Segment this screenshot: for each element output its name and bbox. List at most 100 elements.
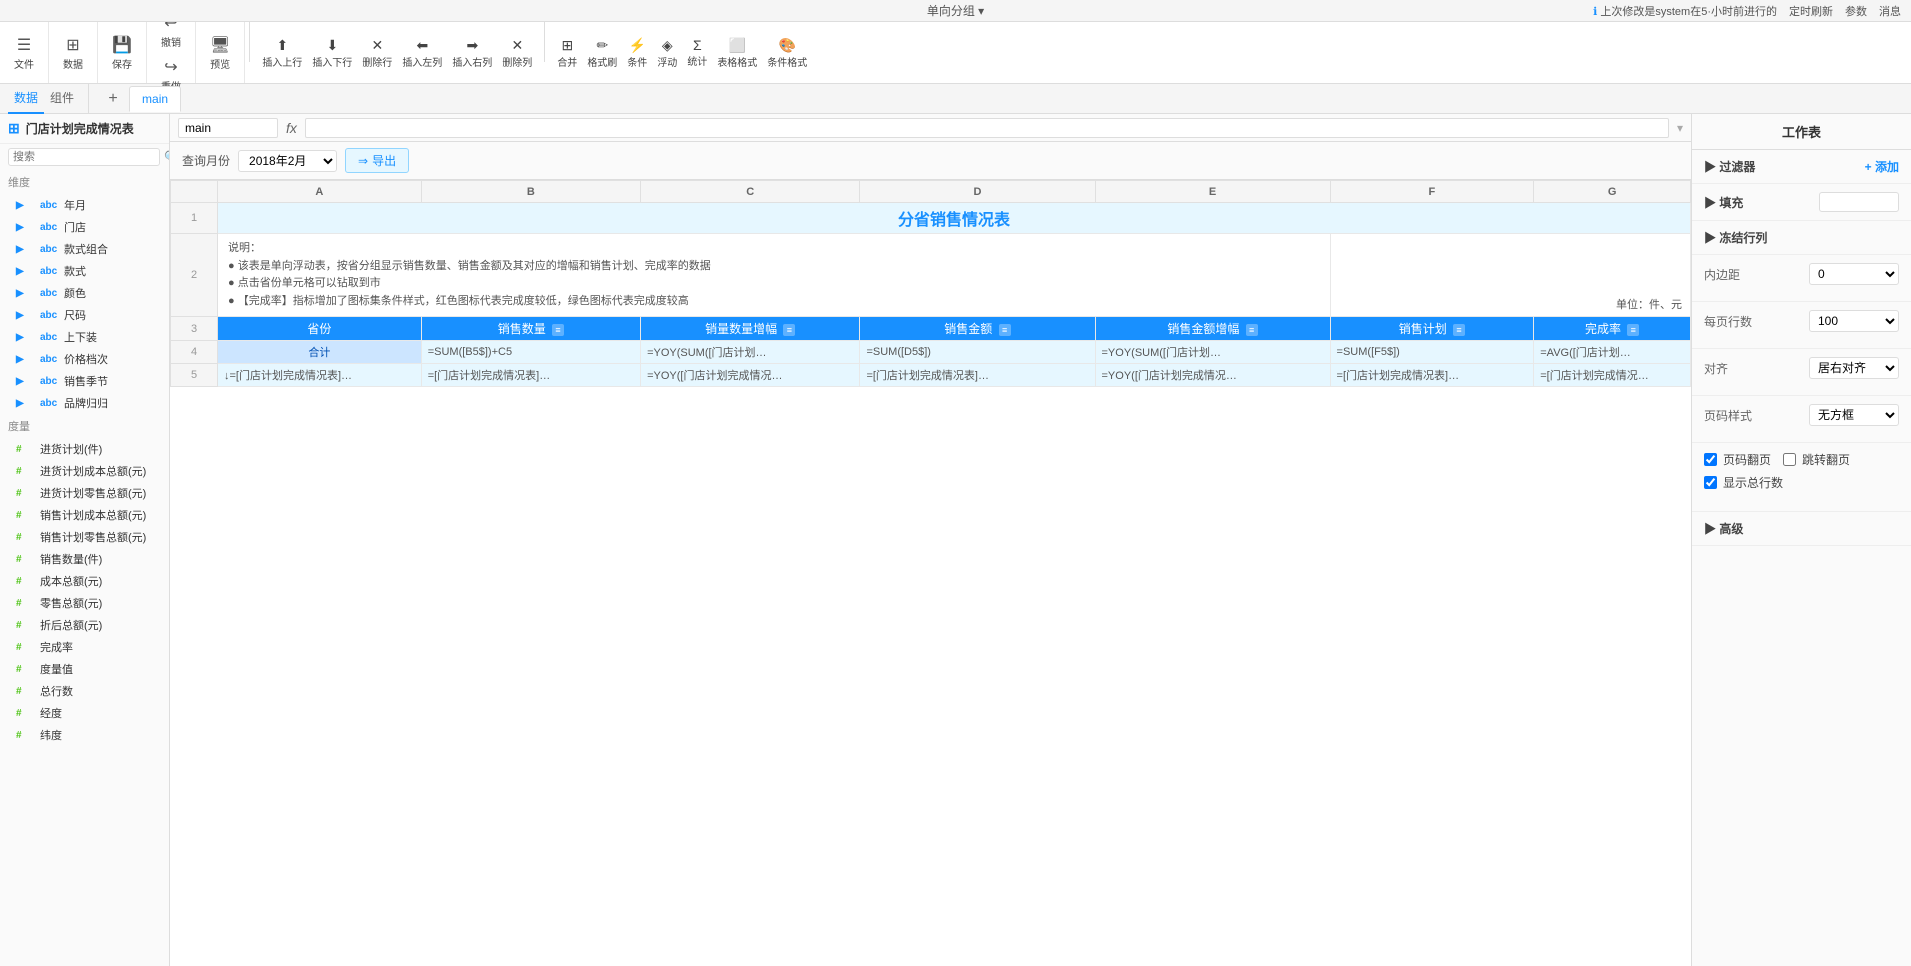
condition-btn[interactable]: ⚡条件 [623, 35, 651, 71]
insert-row-above-btn[interactable]: ⬆插入上行 [258, 35, 306, 71]
jump-page-checkbox-label[interactable]: 跳转翻页 [1783, 451, 1850, 468]
cell-data-G5[interactable]: =[门店计划完成情况… [1534, 364, 1691, 387]
measure-latitude[interactable]: # 纬度 [0, 724, 169, 746]
col-header-E[interactable]: E [1095, 181, 1330, 203]
cell-data-E5[interactable]: =YOY([门店计划完成情况… [1095, 364, 1330, 387]
padding-select[interactable]: 0 4 8 [1809, 263, 1899, 285]
page-footer-checkbox-label[interactable]: 页码翻页 [1704, 451, 1771, 468]
col-sales-qty-growth-header[interactable]: 销量数量增幅 ≡ [641, 317, 860, 341]
format-painter-btn[interactable]: ✏格式刷 [583, 35, 621, 71]
cell-formula-F4[interactable]: =SUM([F5$]) [1330, 341, 1534, 364]
cell-note[interactable]: 说明： ● 该表是单向浮动表，按省分组显示销售数量、销售金额及其对应的增幅和销售… [218, 234, 1331, 317]
show-total-checkbox[interactable] [1704, 476, 1717, 489]
insert-col-right-btn[interactable]: ➡插入右列 [448, 35, 496, 71]
cell-formula-C4[interactable]: =YOY(SUM([门店计划… [641, 341, 860, 364]
tab-data[interactable]: 数据 [8, 83, 44, 114]
add-tab-btn[interactable]: + [101, 87, 125, 111]
cell-data-B5[interactable]: =[门店计划完成情况表]… [421, 364, 640, 387]
measure-retail-total[interactable]: # 零售总额(元) [0, 592, 169, 614]
show-total-checkbox-label[interactable]: 显示总行数 [1704, 474, 1783, 491]
measure-cost-total[interactable]: # 成本总额(元) [0, 570, 169, 592]
stats-btn[interactable]: Σ统计 [683, 35, 711, 70]
measure-metric-value[interactable]: # 度量值 [0, 658, 169, 680]
measure-completion-rate[interactable]: # 完成率 [0, 636, 169, 658]
cell-ref-input[interactable] [178, 118, 278, 138]
file-btn[interactable]: ☰ 文件 [8, 32, 40, 74]
col-header-C[interactable]: C [641, 181, 860, 203]
add-filter-btn[interactable]: + 添加 [1865, 158, 1899, 175]
freeze-section-header[interactable]: ▶ 冻结行列 [1692, 221, 1911, 254]
tab-main[interactable]: main [129, 86, 181, 112]
filter-section-header[interactable]: ▶ 过滤器 + 添加 [1692, 150, 1911, 183]
measure-total-rows[interactable]: # 总行数 [0, 680, 169, 702]
filter-icon[interactable]: ≡ [783, 324, 795, 336]
formula-input[interactable] [305, 118, 1669, 138]
col-header-A[interactable]: A [218, 181, 422, 203]
filter-icon[interactable]: ≡ [1453, 324, 1465, 336]
page-footer-checkbox[interactable] [1704, 453, 1717, 466]
filter-icon[interactable]: ≡ [552, 324, 564, 336]
measure-purchase-plan-cost[interactable]: # 进货计划成本总额(元) [0, 460, 169, 482]
col-header-G[interactable]: G [1534, 181, 1691, 203]
cell-data-D5[interactable]: =[门店计划完成情况表]… [860, 364, 1095, 387]
jump-page-checkbox[interactable] [1783, 453, 1796, 466]
dim-price-level[interactable]: ▶ abc 价格档次 [0, 348, 169, 370]
dim-color[interactable]: ▶ abc 颜色 [0, 282, 169, 304]
cell-formula-D4[interactable]: =SUM([D5$]) [860, 341, 1095, 364]
cell-aggregate-label[interactable]: 合计 [218, 341, 422, 364]
col-header-F[interactable]: F [1330, 181, 1534, 203]
filter-icon[interactable]: ≡ [999, 324, 1011, 336]
dim-season[interactable]: ▶ abc 销售季节 [0, 370, 169, 392]
merge-btn[interactable]: ⊞合并 [553, 35, 581, 71]
formula-dropdown-icon[interactable]: ▾ [1677, 121, 1683, 135]
col-sales-qty-header[interactable]: 销售数量 ≡ [421, 317, 640, 341]
col-header-B[interactable]: B [421, 181, 640, 203]
dim-store[interactable]: ▶ abc 门店 [0, 216, 169, 238]
fill-section-header[interactable]: ▶ 填充 [1692, 184, 1911, 220]
col-sales-amount-growth-header[interactable]: 销售金额增幅 ≡ [1095, 317, 1330, 341]
delete-row-btn[interactable]: ✕删除行 [358, 35, 396, 71]
col-completion-rate-header[interactable]: 完成率 ≡ [1534, 317, 1691, 341]
cond-format-btn[interactable]: 🎨条件格式 [763, 35, 811, 71]
query-month-select[interactable]: 2018年2月 2018年1月 2017年12月 [238, 150, 337, 172]
dim-brand[interactable]: ▶ abc 品牌归归 [0, 392, 169, 414]
col-sales-amount-header[interactable]: 销售金额 ≡ [860, 317, 1095, 341]
cell-data-F5[interactable]: =[门店计划完成情况表]… [1330, 364, 1534, 387]
cell-formula-E4[interactable]: =YOY(SUM([门店计划… [1095, 341, 1330, 364]
measure-purchase-plan-qty[interactable]: # 进货计划(件) [0, 438, 169, 460]
dim-top-bottom[interactable]: ▶ abc 上下装 [0, 326, 169, 348]
preview-btn[interactable]: 🖥 预览 [204, 32, 236, 74]
measure-purchase-plan-retail[interactable]: # 进货计划零售总额(元) [0, 482, 169, 504]
dim-size[interactable]: ▶ abc 尺码 [0, 304, 169, 326]
col-header-D[interactable]: D [860, 181, 1095, 203]
align-select[interactable]: 居右对齐 居左对齐 居中对齐 [1809, 357, 1899, 379]
dim-style-combo[interactable]: ▶ abc 款式组合 [0, 238, 169, 260]
cell-title[interactable]: 分省销售情况表 [218, 203, 1691, 234]
cell-formula-G4[interactable]: =AVG([门店计划… [1534, 341, 1691, 364]
dim-year-month[interactable]: ▶ abc 年月 [0, 194, 169, 216]
table-format-btn[interactable]: ⬜表格格式 [713, 35, 761, 71]
dim-style[interactable]: ▶ abc 款式 [0, 260, 169, 282]
timer-btn[interactable]: 定时刷新 [1789, 3, 1833, 19]
fill-input[interactable] [1819, 192, 1899, 212]
delete-col-btn[interactable]: ✕删除列 [498, 35, 536, 71]
spreadsheet-container[interactable]: A B C D E F G 1 分省销售情况表 [170, 180, 1691, 966]
col-province-header[interactable]: 省份 [218, 317, 422, 341]
cell-formula-B4[interactable]: =SUM([B5$])+C5 [421, 341, 640, 364]
cell-data-C5[interactable]: =YOY([门店计划完成情况… [641, 364, 860, 387]
filter-icon[interactable]: ≡ [1246, 324, 1258, 336]
rows-per-page-select[interactable]: 100 50 200 [1809, 310, 1899, 332]
field-search-input[interactable] [8, 148, 160, 166]
insert-col-left-btn[interactable]: ⬅插入左列 [398, 35, 446, 71]
insert-row-below-btn[interactable]: ⬇插入下行 [308, 35, 356, 71]
tab-component[interactable]: 组件 [44, 83, 80, 114]
message-btn[interactable]: 消息 [1879, 3, 1901, 19]
export-btn[interactable]: ⇒ 导出 [345, 148, 409, 173]
page-style-select[interactable]: 无方框 有方框 [1809, 404, 1899, 426]
col-sales-plan-header[interactable]: 销售计划 ≡ [1330, 317, 1534, 341]
measure-sales-plan-retail[interactable]: # 销售计划零售总额(元) [0, 526, 169, 548]
advanced-section-header[interactable]: ▶ 高级 [1692, 512, 1911, 545]
params-btn[interactable]: 参数 [1845, 3, 1867, 19]
cell-data-A5[interactable]: ↓=[门店计划完成情况表]… [218, 364, 422, 387]
measure-sales-plan-cost[interactable]: # 销售计划成本总额(元) [0, 504, 169, 526]
